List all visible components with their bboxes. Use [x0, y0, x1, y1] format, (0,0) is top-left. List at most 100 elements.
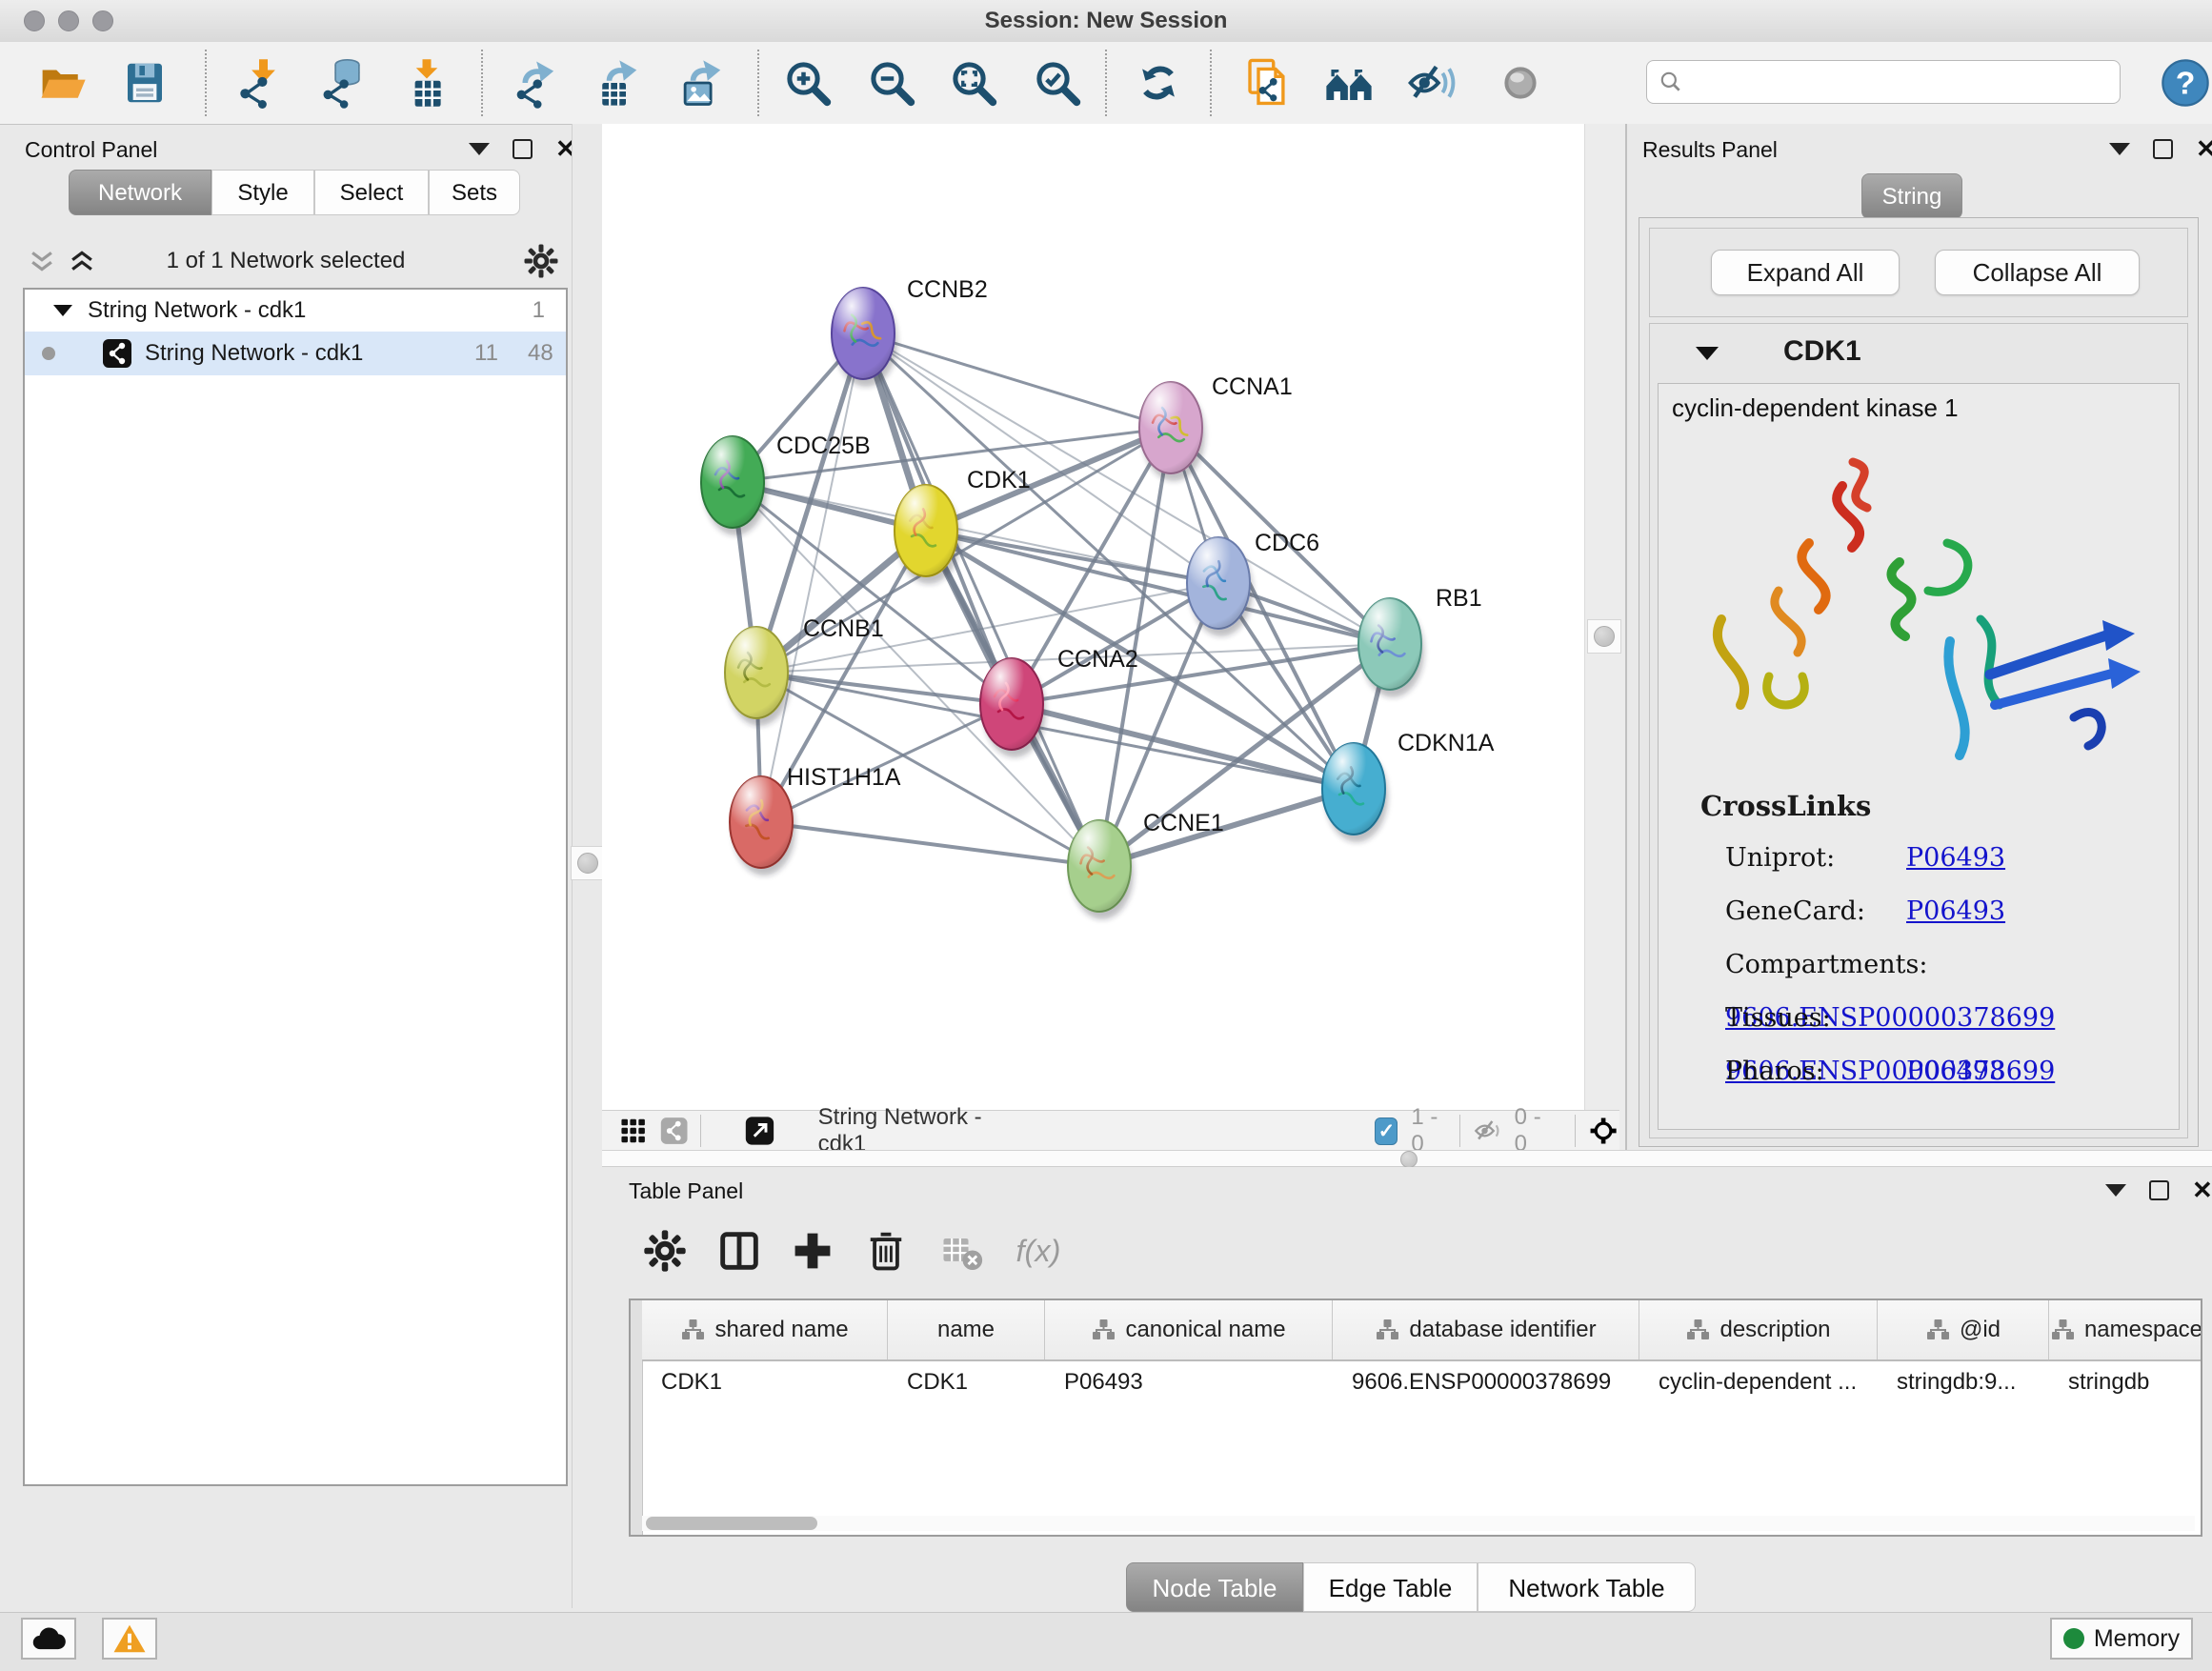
close-panel-icon[interactable]: ✕	[2192, 1182, 2212, 1198]
zoom-in-icon[interactable]	[782, 57, 834, 109]
column-header-shared-name[interactable]: shared name	[642, 1300, 888, 1359]
edge-CCNA2-CDKN1A[interactable]	[1012, 704, 1354, 789]
collapse-panel-icon[interactable]	[469, 143, 490, 155]
edge-CCNB2-CCNA1[interactable]	[863, 333, 1171, 428]
collapse-all-button[interactable]: Collapse All	[1935, 250, 2140, 295]
expand-all-icon[interactable]	[67, 246, 97, 276]
first-neighbors-icon[interactable]	[1323, 57, 1375, 109]
expand-all-button[interactable]: Expand All	[1711, 250, 1900, 295]
edge-CCNB2-RB1[interactable]	[863, 333, 1390, 644]
tab-string[interactable]: String	[1861, 173, 1962, 219]
network-view-type-icon[interactable]	[660, 1114, 688, 1148]
network-from-selection-icon[interactable]	[1241, 57, 1293, 109]
export-table-icon[interactable]	[592, 57, 643, 109]
warning-status-button[interactable]	[102, 1618, 157, 1660]
network-canvas[interactable]: CCNB2CCNA1CDC25BCDK1CDC6RB1CCNB1CCNA2CDK…	[602, 124, 1584, 1110]
table-options-gear-icon[interactable]	[640, 1226, 690, 1276]
import-network-database-icon[interactable]	[317, 57, 369, 109]
search-input[interactable]	[1683, 68, 2087, 96]
table-hscrollbar[interactable]	[642, 1516, 2195, 1531]
column-header-description[interactable]: description	[1639, 1300, 1878, 1359]
node-HIST1H1A[interactable]	[730, 776, 793, 868]
node-RB1[interactable]	[1358, 598, 1421, 690]
close-panel-icon[interactable]: ✕	[2196, 141, 2212, 157]
splitter-handle[interactable]	[1587, 619, 1621, 654]
grid-view-icon[interactable]	[619, 1114, 647, 1148]
crosslink-link[interactable]: P06493	[1906, 1057, 2005, 1086]
edge-HIST1H1A-CCNE1[interactable]	[761, 822, 1099, 866]
column-header--id[interactable]: @id	[1878, 1300, 2049, 1359]
splitter-handle[interactable]	[571, 846, 605, 880]
birds-eye-view-icon[interactable]	[745, 1113, 774, 1149]
tab-sets[interactable]: Sets	[429, 170, 520, 215]
splitter-handle[interactable]	[1400, 1151, 1418, 1168]
edge-CCNB2-HIST1H1A[interactable]	[761, 333, 863, 822]
search-field[interactable]	[1646, 60, 2121, 104]
add-column-icon[interactable]	[788, 1226, 837, 1276]
right-splitter[interactable]	[1584, 124, 1626, 1150]
edge-CCNA2-HIST1H1A[interactable]	[761, 704, 1012, 822]
node-CCNA1[interactable]	[1139, 382, 1202, 473]
cell[interactable]: cyclin-dependent ...	[1639, 1361, 1878, 1403]
save-session-icon[interactable]	[119, 57, 171, 109]
node-CCNA2[interactable]	[980, 658, 1043, 750]
float-panel-icon[interactable]	[513, 139, 533, 159]
refresh-view-icon[interactable]	[1133, 57, 1184, 109]
import-network-file-icon[interactable]	[233, 57, 285, 109]
network-row-selected[interactable]: String Network - cdk1 11 48	[25, 332, 566, 375]
export-network-icon[interactable]	[510, 57, 561, 109]
show-all-icon[interactable]	[1495, 57, 1546, 109]
network-collection-row[interactable]: String Network - cdk1 1	[25, 290, 566, 332]
horizontal-splitter[interactable]	[602, 1150, 2212, 1167]
zoom-selected-icon[interactable]	[1032, 57, 1083, 109]
cell[interactable]: P06493	[1045, 1361, 1333, 1403]
selection-checkbox[interactable]: ✓	[1375, 1117, 1398, 1145]
tab-network-table[interactable]: Network Table	[1478, 1562, 1696, 1612]
delete-column-icon[interactable]	[861, 1226, 911, 1276]
collapse-panel-icon[interactable]	[2109, 143, 2130, 155]
node-CDC25B[interactable]	[701, 436, 764, 528]
column-header-database-identifier[interactable]: database identifier	[1333, 1300, 1639, 1359]
node-CDK1[interactable]	[895, 485, 957, 576]
zoom-fit-icon[interactable]	[948, 57, 999, 109]
crosslink-link[interactable]: P06493	[1906, 843, 2005, 873]
edge-CCNB1-CCNA2[interactable]	[756, 673, 1012, 704]
tab-select[interactable]: Select	[314, 170, 429, 215]
section-expander-icon[interactable]	[1696, 347, 1719, 360]
zoom-out-icon[interactable]	[866, 57, 917, 109]
cell[interactable]: stringdb	[2049, 1361, 2202, 1403]
node-CDC6[interactable]	[1187, 537, 1250, 629]
tree-expander-icon[interactable]	[53, 305, 72, 316]
show-columns-icon[interactable]	[714, 1226, 764, 1276]
table-row[interactable]: CDK1CDK1P064939606.ENSP00000378699cyclin…	[642, 1361, 2202, 1403]
cell[interactable]: 9606.ENSP00000378699	[1333, 1361, 1639, 1403]
column-header-namespace[interactable]: namespace	[2049, 1300, 2202, 1359]
node-CCNB1[interactable]	[725, 627, 788, 718]
help-icon[interactable]: ?	[2160, 57, 2211, 109]
collapse-panel-icon[interactable]	[2105, 1184, 2126, 1197]
node-CCNE1[interactable]	[1068, 820, 1131, 912]
left-splitter[interactable]	[572, 124, 603, 1608]
open-session-icon[interactable]	[37, 57, 89, 109]
memory-button[interactable]: Memory	[2050, 1618, 2193, 1660]
tab-style[interactable]: Style	[211, 170, 314, 215]
collapse-all-icon[interactable]	[27, 246, 57, 276]
float-panel-icon[interactable]	[2153, 139, 2173, 159]
tab-node-table[interactable]: Node Table	[1126, 1562, 1303, 1612]
tab-network[interactable]: Network	[69, 170, 211, 215]
float-panel-icon[interactable]	[2149, 1180, 2169, 1200]
network-options-gear-icon[interactable]	[522, 242, 560, 285]
export-image-icon[interactable]	[675, 57, 727, 109]
column-header-canonical-name[interactable]: canonical name	[1045, 1300, 1333, 1359]
pan-crosshair-icon[interactable]	[1587, 1111, 1619, 1151]
column-header-name[interactable]: name	[888, 1300, 1045, 1359]
hide-selected-icon[interactable]	[1405, 57, 1457, 109]
cell[interactable]: CDK1	[888, 1361, 1045, 1403]
cell[interactable]: stringdb:9...	[1878, 1361, 2049, 1403]
import-table-icon[interactable]	[401, 57, 452, 109]
node-CDKN1A[interactable]	[1322, 743, 1385, 835]
cloud-status-button[interactable]	[21, 1618, 76, 1660]
edge-CDKN1A-CCNE1[interactable]	[1099, 789, 1354, 866]
crosslink-link[interactable]: P06493	[1906, 896, 2005, 926]
tab-edge-table[interactable]: Edge Table	[1303, 1562, 1478, 1612]
